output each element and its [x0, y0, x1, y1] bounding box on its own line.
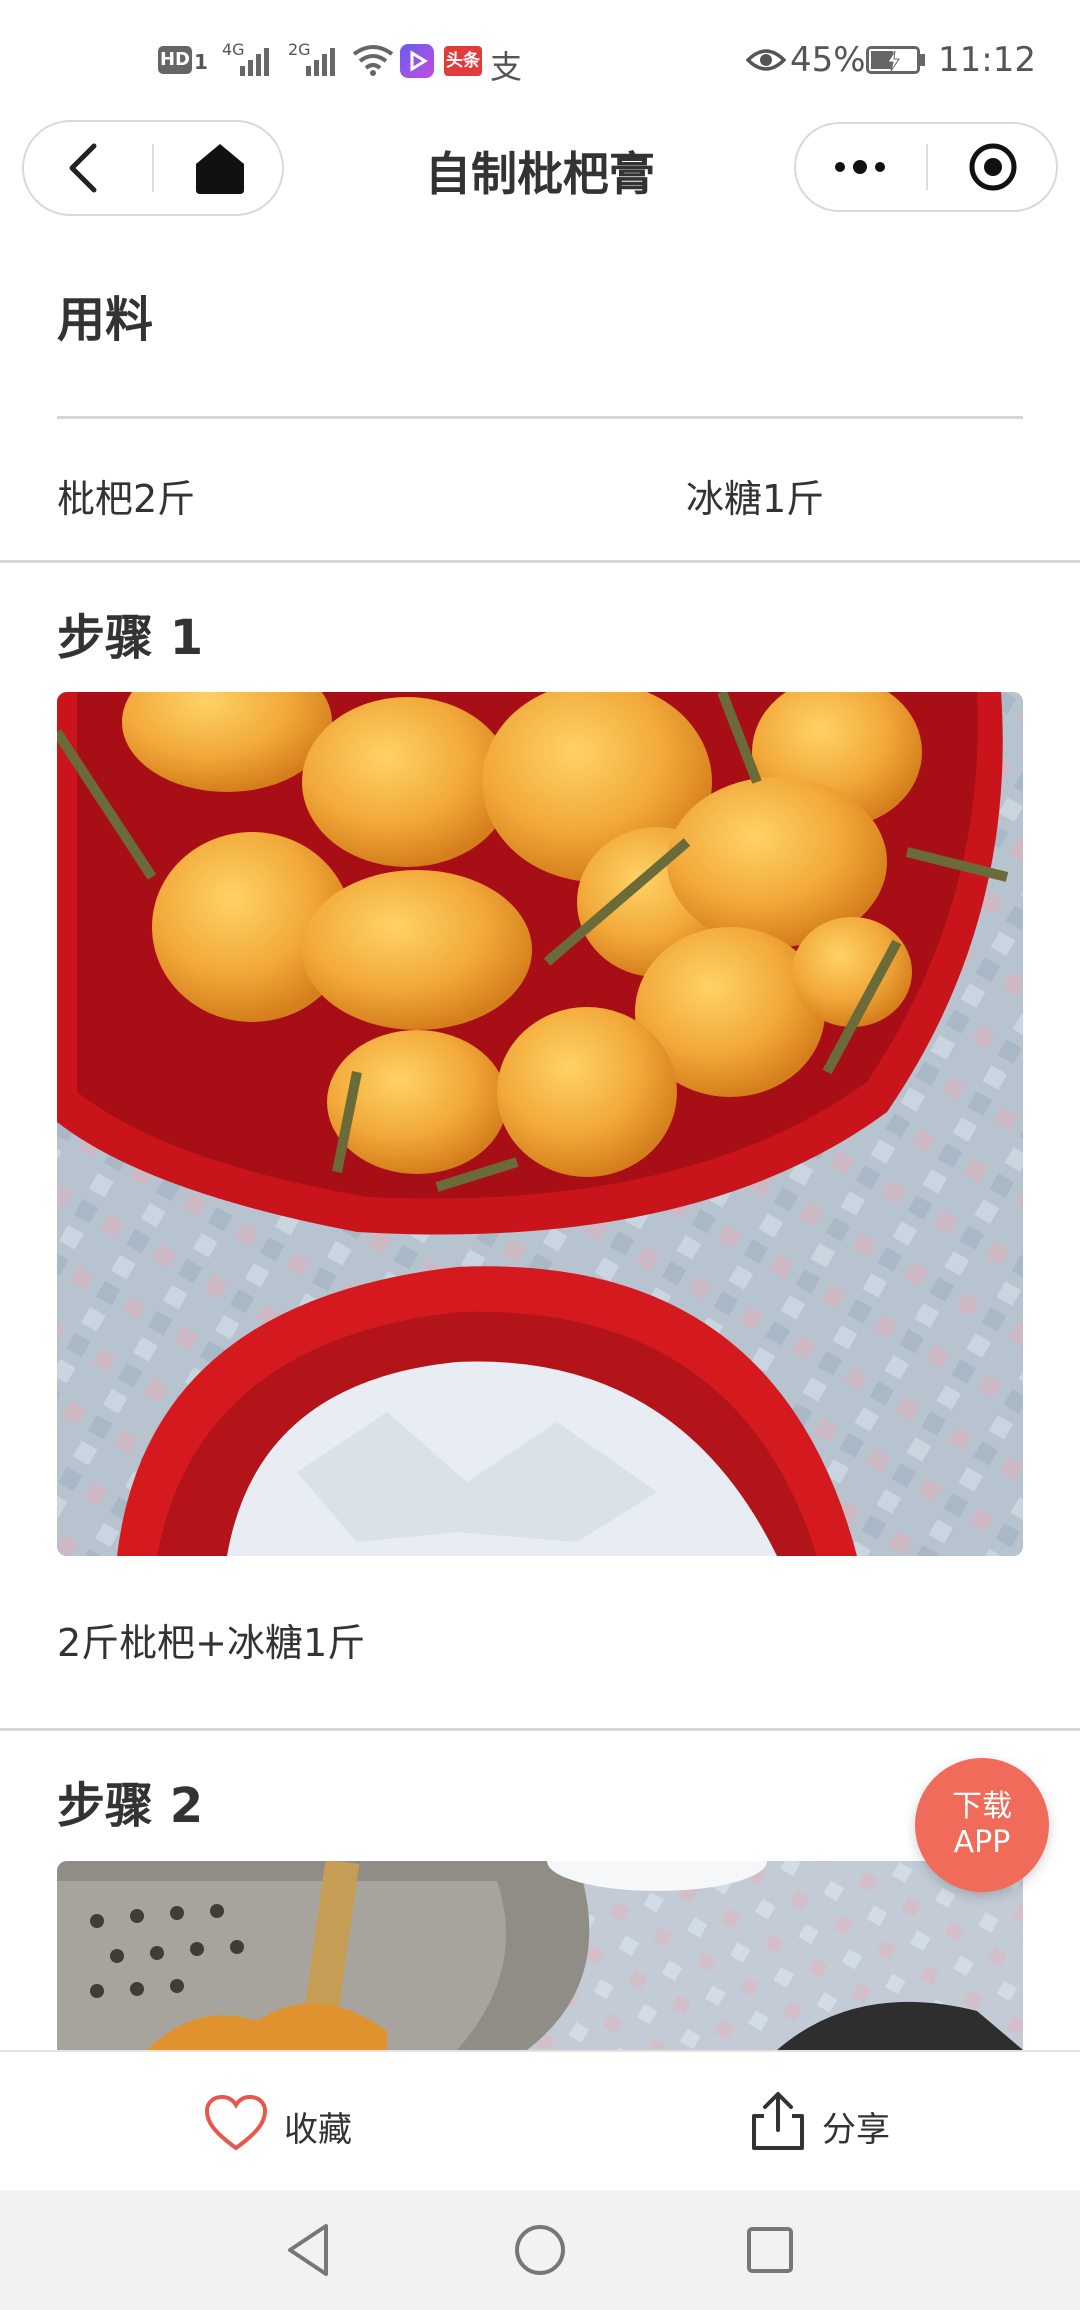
section-divider [0, 560, 1080, 563]
close-miniprogram-icon[interactable] [968, 142, 1018, 192]
heart-icon [204, 2094, 268, 2151]
step-1-photo [57, 692, 1023, 1556]
battery-tip [920, 54, 925, 66]
wifi-icon [352, 45, 394, 76]
ingredient-item: 枇杷2斤 [57, 477, 196, 521]
status-bar: HD 1 4G 2G 头条 支 45% 11:12 [0, 0, 1080, 120]
ingredient-item: 冰糖1斤 [686, 477, 825, 521]
step-2-photo [57, 1861, 1023, 2050]
hd-icon: HD [158, 46, 192, 74]
ingredients-divider [57, 416, 1023, 419]
step-title: 步骤 1 [57, 610, 204, 666]
4g-signal-icon [240, 48, 269, 76]
nav-back-icon[interactable] [284, 2222, 332, 2278]
favorite-button[interactable]: 收藏 [200, 2092, 360, 2156]
video-app-icon [400, 44, 434, 78]
battery-percent: 45% [790, 40, 866, 80]
step-title: 步骤 2 [57, 1778, 204, 1834]
step-description: 2斤枇杷+冰糖1斤 [57, 1621, 366, 1665]
clock: 11:12 [938, 40, 1036, 80]
download-app-line2: APP [953, 1825, 1011, 1860]
toutiao-app-icon: 头条 [444, 46, 482, 76]
2g-signal-icon [306, 48, 335, 76]
download-app-line1: 下载 [952, 1789, 1012, 1824]
more-icon[interactable] [832, 152, 888, 182]
nav-recents-icon[interactable] [744, 2224, 796, 2276]
eye-comfort-icon [746, 49, 786, 71]
share-button[interactable]: 分享 [748, 2090, 898, 2156]
battery-icon [866, 46, 920, 74]
capsule-divider [926, 144, 928, 190]
download-app-button[interactable]: 下载 APP [915, 1758, 1049, 1892]
section-divider [0, 1728, 1080, 1731]
alipay-icon: 支 [490, 48, 523, 86]
nav-capsule-right [794, 122, 1058, 212]
share-label: 分享 [822, 2110, 890, 2150]
nav-home-icon[interactable] [512, 2222, 568, 2278]
sim-label: 1 [194, 50, 208, 74]
share-icon [752, 2092, 804, 2150]
ingredients-heading: 用料 [57, 292, 154, 348]
favorite-label: 收藏 [284, 2110, 352, 2150]
system-nav-bar [0, 2190, 1080, 2310]
bottom-action-bar: 收藏 分享 [0, 2050, 1080, 2192]
